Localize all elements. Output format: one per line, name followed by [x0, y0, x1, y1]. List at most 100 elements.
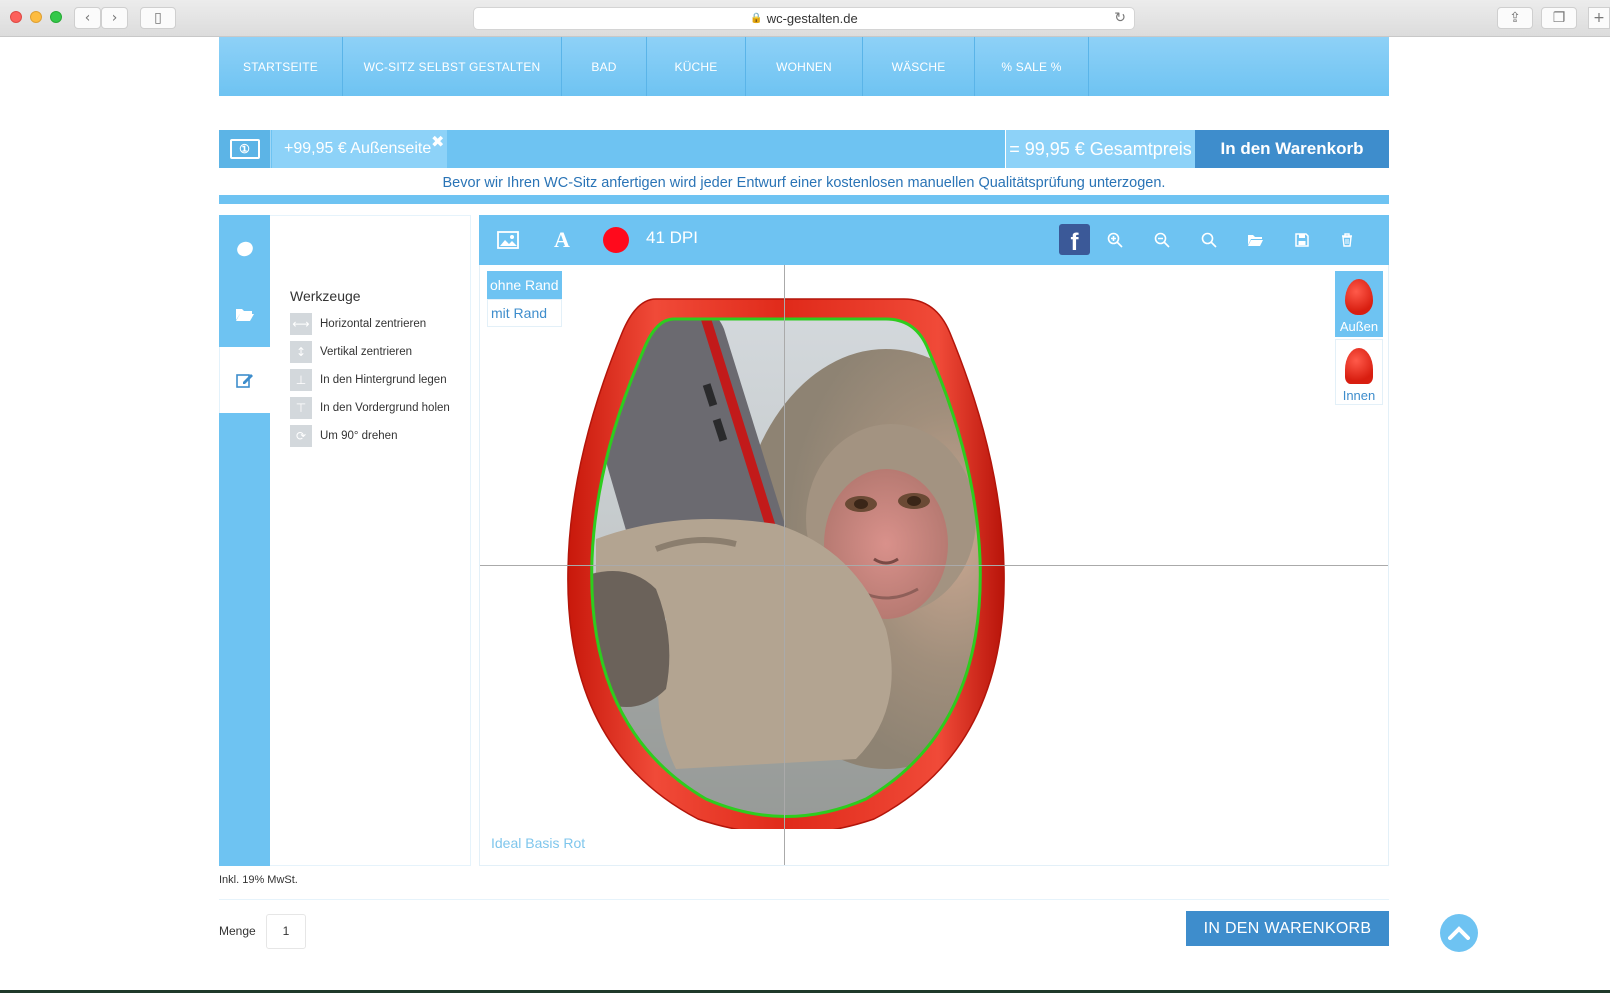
- sidebar-toggle-button[interactable]: ▯: [140, 7, 176, 29]
- quantity-label: Menge: [219, 924, 256, 938]
- open-design-button[interactable]: [1245, 227, 1265, 253]
- add-image-button[interactable]: [495, 227, 521, 253]
- zoom-reset-icon: [1201, 232, 1217, 248]
- zoom-out-icon: [1154, 232, 1170, 248]
- new-tab-button[interactable]: +: [1588, 7, 1610, 29]
- image-icon: [497, 231, 519, 249]
- tool-label: In den Hintergrund legen: [320, 374, 447, 386]
- tool-label: Um 90° drehen: [320, 430, 398, 442]
- zoom-out-button[interactable]: [1152, 227, 1172, 253]
- nav-item-startseite[interactable]: STARTSEITE: [219, 37, 343, 96]
- side-option-outside[interactable]: Außen: [1335, 271, 1383, 337]
- divider: [219, 899, 1389, 900]
- facebook-icon[interactable]: f: [1059, 224, 1090, 255]
- nav-item-kueche[interactable]: KÜCHE: [647, 37, 746, 96]
- trash-icon: [1342, 233, 1352, 247]
- add-to-cart-top-button[interactable]: In den Warenkorb: [1195, 130, 1389, 168]
- text-icon[interactable]: A: [549, 227, 575, 253]
- nav-item-wc-sitz-gestalten[interactable]: WC-SITZ SELBST GESTALTEN: [343, 37, 562, 96]
- side-option-label: Außen: [1339, 319, 1379, 334]
- nav-item-bad[interactable]: BAD: [562, 37, 647, 96]
- editor-toolbar: A 41 DPI f: [479, 215, 1389, 265]
- url-text: wc-gestalten.de: [766, 11, 858, 26]
- tool-rotate-90[interactable]: ⟳ Um 90° drehen: [290, 424, 397, 448]
- scroll-to-top-button[interactable]: [1440, 914, 1478, 952]
- design-canvas[interactable]: ohne Rand mit Rand Ideal Basis Rot Außen…: [479, 265, 1389, 866]
- border-option-with[interactable]: mit Rand: [487, 299, 562, 327]
- zoom-in-icon: [1107, 232, 1123, 248]
- open-folder-icon: [1247, 235, 1263, 246]
- chevron-up-icon: [1448, 926, 1470, 940]
- rotate-icon: ⟳: [290, 425, 312, 447]
- save-design-button[interactable]: [1292, 227, 1312, 253]
- horizontal-center-icon: ⟷: [290, 313, 312, 335]
- lock-icon: 🔒: [750, 13, 763, 24]
- browser-toolbar: ‹ › ▯ 🔒 wc-gestalten.de ↻ ⇪ ❐ +: [0, 0, 1610, 37]
- plus-icon: +: [1593, 10, 1605, 26]
- tool-center-horizontal[interactable]: ⟷ Horizontal zentrieren: [290, 312, 426, 336]
- tools-title: Werkzeuge: [290, 288, 361, 304]
- sidebar-tabs: [219, 215, 270, 866]
- edit-icon: [236, 374, 253, 388]
- divider: [219, 195, 1389, 204]
- share-button[interactable]: ⇪: [1497, 7, 1533, 29]
- product-name: Ideal Basis Rot: [491, 835, 586, 851]
- toilet-seat-preview[interactable]: [556, 289, 1016, 829]
- reload-icon[interactable]: ↻: [1114, 10, 1126, 26]
- send-to-back-icon: ⊥: [290, 369, 312, 391]
- tool-send-to-back[interactable]: ⊥ In den Hintergrund legen: [290, 368, 447, 392]
- minimize-window-button[interactable]: [30, 11, 42, 23]
- address-bar[interactable]: 🔒 wc-gestalten.de ↻: [473, 7, 1135, 30]
- add-to-cart-button[interactable]: IN DEN WARENKORB: [1186, 911, 1389, 946]
- tool-label: Vertikal zentrieren: [320, 346, 413, 358]
- price-item-outside: +99,95 € Außenseite: [272, 130, 447, 168]
- tabs-icon: ❐: [1552, 10, 1566, 26]
- close-window-button[interactable]: [10, 11, 22, 23]
- sidebar-tab-images[interactable]: [219, 281, 270, 347]
- nav-item-sale[interactable]: % SALE %: [975, 37, 1089, 96]
- back-button[interactable]: ‹: [74, 7, 101, 29]
- tool-label: Horizontal zentrieren: [320, 318, 427, 330]
- sidebar-tab-edit[interactable]: [219, 347, 270, 413]
- main-nav: STARTSEITE WC-SITZ SELBST GESTALTEN BAD …: [219, 37, 1389, 96]
- share-icon: ⇪: [1509, 10, 1521, 26]
- sidebar-icon: ▯: [154, 10, 162, 26]
- save-icon: [1295, 233, 1309, 247]
- vertical-center-icon: ↕: [290, 341, 312, 363]
- quality-notice: Bevor wir Ihren WC-Sitz anfertigen wird …: [442, 175, 1166, 191]
- banknote-icon: ①: [229, 139, 260, 159]
- tabs-overview-button[interactable]: ❐: [1541, 7, 1577, 29]
- zoom-reset-button[interactable]: [1199, 227, 1219, 253]
- color-picker[interactable]: [603, 227, 629, 253]
- price-item-label: +99,95 € Außenseite: [284, 140, 432, 157]
- maximize-window-button[interactable]: [50, 11, 62, 23]
- zoom-in-button[interactable]: [1105, 227, 1125, 253]
- seat-inside-icon: [1345, 348, 1373, 384]
- horizontal-guide-line: [480, 565, 1388, 566]
- close-icon[interactable]: ✖: [431, 132, 444, 151]
- bring-to-front-icon: ⊤: [290, 397, 312, 419]
- nav-item-wohnen[interactable]: WOHNEN: [746, 37, 863, 96]
- price-icon-box: ①: [219, 130, 271, 168]
- folder-open-icon: [235, 309, 254, 321]
- chevron-right-icon: ›: [111, 10, 118, 26]
- tool-bring-to-front[interactable]: ⊤ In den Vordergrund holen: [290, 396, 450, 420]
- vat-note: Inkl. 19% MwSt.: [219, 874, 298, 886]
- forward-button[interactable]: ›: [101, 7, 128, 29]
- side-option-label: Innen: [1342, 388, 1376, 403]
- total-price: = 99,95 € Gesamtpreis: [1005, 130, 1195, 168]
- price-bar: ① +99,95 € Außenseite ✖ = 99,95 € Gesamt…: [219, 130, 1389, 168]
- quantity-input[interactable]: 1: [266, 914, 306, 949]
- chevron-left-icon: ‹: [84, 10, 91, 26]
- delete-button[interactable]: [1337, 227, 1357, 253]
- dpi-indicator: 41 DPI: [646, 228, 698, 247]
- sidebar-tab-shape[interactable]: [219, 215, 270, 281]
- tool-label: In den Vordergrund holen: [320, 402, 450, 414]
- tools-panel: Werkzeuge ⟷ Horizontal zentrieren ↕ Vert…: [270, 215, 471, 866]
- nav-item-waesche[interactable]: WÄSCHE: [863, 37, 975, 96]
- seat-outside-icon: [1345, 279, 1373, 315]
- side-option-inside[interactable]: Innen: [1335, 339, 1383, 405]
- border-option-none[interactable]: ohne Rand: [487, 271, 562, 299]
- tool-center-vertical[interactable]: ↕ Vertikal zentrieren: [290, 340, 412, 364]
- egg-shape-icon: [236, 241, 253, 257]
